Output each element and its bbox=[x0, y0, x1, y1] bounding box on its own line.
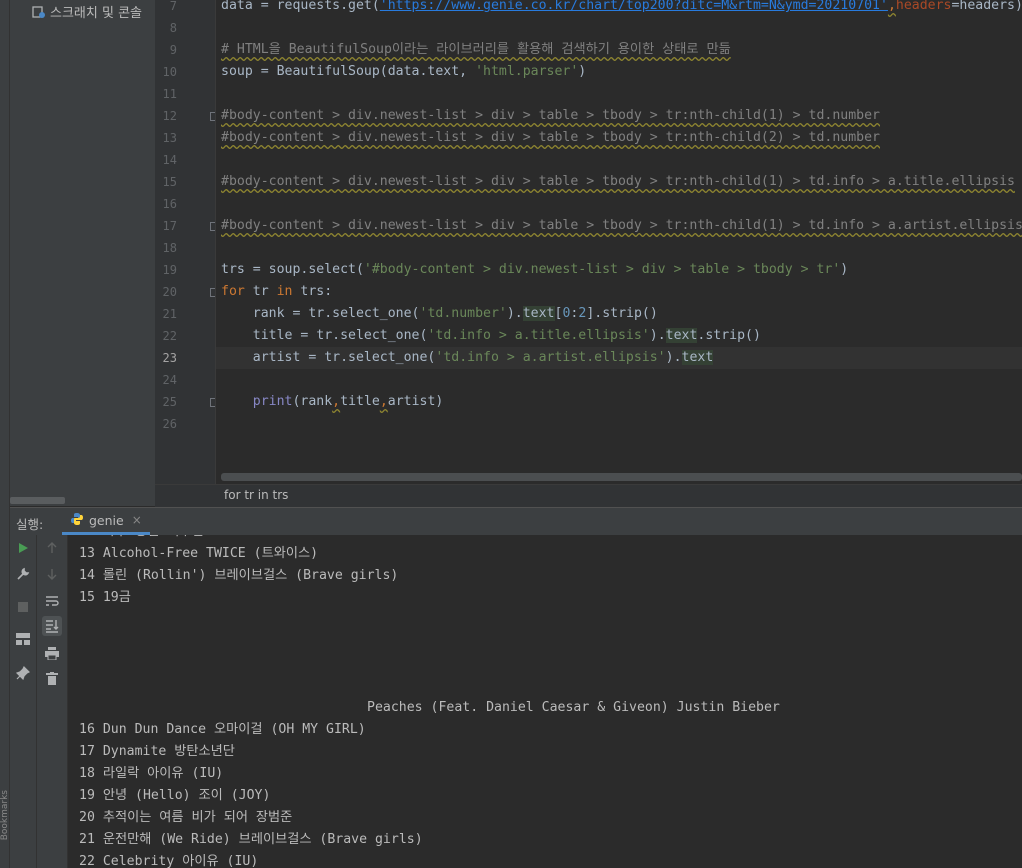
wrench-icon[interactable] bbox=[13, 564, 33, 584]
breadcrumb[interactable]: for tr in trs bbox=[155, 484, 1022, 507]
code-line-20: for tr in trs: bbox=[221, 284, 333, 299]
console-line: 21 운전만해 (We Ride) 브레이브걸스 (Brave girls) bbox=[79, 832, 423, 847]
breadcrumb-item[interactable]: for tr in trs bbox=[224, 488, 288, 502]
line-number: 22 bbox=[162, 329, 177, 343]
project-panel: 스크래치 및 콘솔 bbox=[10, 0, 155, 506]
line-number: 12 bbox=[162, 109, 177, 123]
console-line: 20 추적이는 여름 비가 되어 장범준 bbox=[79, 810, 293, 825]
line-number: 25 bbox=[162, 395, 177, 409]
line-number: 9 bbox=[169, 43, 177, 57]
trash-icon[interactable] bbox=[42, 668, 62, 688]
line-number: 15 bbox=[162, 175, 177, 189]
scratches-and-consoles-item[interactable]: 스크래치 및 콘솔 bbox=[32, 2, 142, 21]
scratch-folder-icon bbox=[32, 5, 46, 19]
console-line: 17 Dynamite 방탄소년단 bbox=[79, 744, 235, 759]
run-tab-genie[interactable]: genie × bbox=[62, 508, 150, 535]
code-line-21: rank = tr.select_one('td.number').text[0… bbox=[221, 306, 658, 321]
line-number-gutter: 7 8 9 10 11 12 13 14 15 16 17 18 19 20 2… bbox=[155, 0, 219, 484]
code-line-23-current: artist = tr.select_one('td.info > a.arti… bbox=[216, 347, 1022, 369]
layout-icon[interactable] bbox=[13, 629, 33, 649]
line-number: 14 bbox=[162, 153, 177, 167]
console-line: 16 Dun Dun Dance 오마이걸 (OH MY GIRL) bbox=[79, 722, 366, 737]
line-number: 7 bbox=[169, 0, 177, 13]
line-number: 11 bbox=[162, 87, 177, 101]
run-tool-window-header: 실행: genie × bbox=[10, 507, 1022, 536]
console-line: Peaches (Feat. Daniel Caesar & Giveon) J… bbox=[367, 700, 780, 715]
run-console-output[interactable]: 12 하루 종일 이무진 13 Alcohol-Free TWICE (트와이스… bbox=[68, 535, 1022, 868]
run-label: 실행: bbox=[16, 517, 44, 532]
bookmarks-strip-label[interactable]: Bookmarks bbox=[0, 790, 10, 840]
run-toolbar-secondary bbox=[37, 535, 68, 868]
line-number: 19 bbox=[162, 263, 177, 277]
code-editor[interactable]: data = requests.get('https://www.genie.c… bbox=[215, 0, 1022, 484]
rerun-icon[interactable] bbox=[13, 538, 33, 558]
console-line: 15 19금 bbox=[79, 590, 131, 605]
code-line-15: #body-content > div.newest-list > div > … bbox=[221, 174, 1015, 189]
stop-icon[interactable] bbox=[13, 597, 33, 617]
line-number: 10 bbox=[162, 65, 177, 79]
arrow-down-icon[interactable] bbox=[42, 564, 62, 584]
line-number: 13 bbox=[162, 131, 177, 145]
run-tab-label: genie bbox=[89, 512, 124, 528]
pin-icon[interactable] bbox=[13, 663, 33, 683]
code-line-10: soup = BeautifulSoup(data.text, 'html.pa… bbox=[221, 64, 587, 79]
code-line-25: print(rank,title,artist) bbox=[252, 394, 444, 409]
left-tool-strip bbox=[0, 0, 10, 868]
console-line: 14 롤린 (Rollin') 브레이브걸스 (Brave girls) bbox=[79, 568, 399, 583]
code-line-12: #body-content > div.newest-list > div > … bbox=[221, 108, 880, 123]
code-line-22: title = tr.select_one('td.info > a.title… bbox=[221, 328, 761, 343]
python-icon bbox=[70, 512, 84, 529]
console-line: 13 Alcohol-Free TWICE (트와이스) bbox=[79, 546, 319, 561]
code-line-7: data = requests.get('https://www.genie.c… bbox=[221, 0, 1022, 13]
close-icon[interactable]: × bbox=[132, 513, 142, 527]
code-line-19: trs = soup.select('#body-content > div.n… bbox=[221, 262, 849, 277]
line-number: 21 bbox=[162, 307, 177, 321]
project-panel-scrollbar[interactable] bbox=[10, 497, 65, 504]
line-number: 16 bbox=[162, 197, 177, 211]
soft-wrap-icon[interactable] bbox=[42, 591, 62, 611]
arrow-up-icon[interactable] bbox=[42, 538, 62, 558]
line-number: 8 bbox=[169, 21, 177, 35]
line-number: 20 bbox=[162, 285, 177, 299]
line-number: 17 bbox=[162, 219, 177, 233]
line-number-current: 23 bbox=[162, 351, 177, 365]
code-line-9: # HTML을 BeautifulSoup이라는 라이브러리를 활용해 검색하기… bbox=[221, 42, 731, 57]
console-line: 22 Celebrity 아이유 (IU) bbox=[79, 854, 259, 868]
print-icon[interactable] bbox=[42, 643, 62, 663]
run-toolbar-primary bbox=[10, 535, 37, 868]
scratches-label: 스크래치 및 콘솔 bbox=[50, 6, 142, 21]
scroll-to-end-icon[interactable] bbox=[42, 616, 62, 636]
line-number: 18 bbox=[162, 241, 177, 255]
line-number: 26 bbox=[162, 417, 177, 431]
console-line: 18 라일락 아이유 (IU) bbox=[79, 766, 224, 781]
code-line-13: #body-content > div.newest-list > div > … bbox=[221, 130, 880, 145]
code-line-17: #body-content > div.newest-list > div > … bbox=[221, 218, 1022, 233]
line-number: 24 bbox=[162, 373, 177, 387]
console-line: 12 하루 종일 이무진 bbox=[79, 535, 204, 543]
editor-horizontal-scrollbar[interactable] bbox=[221, 473, 1022, 481]
console-line: 19 안녕 (Hello) 조이 (JOY) bbox=[79, 788, 271, 803]
